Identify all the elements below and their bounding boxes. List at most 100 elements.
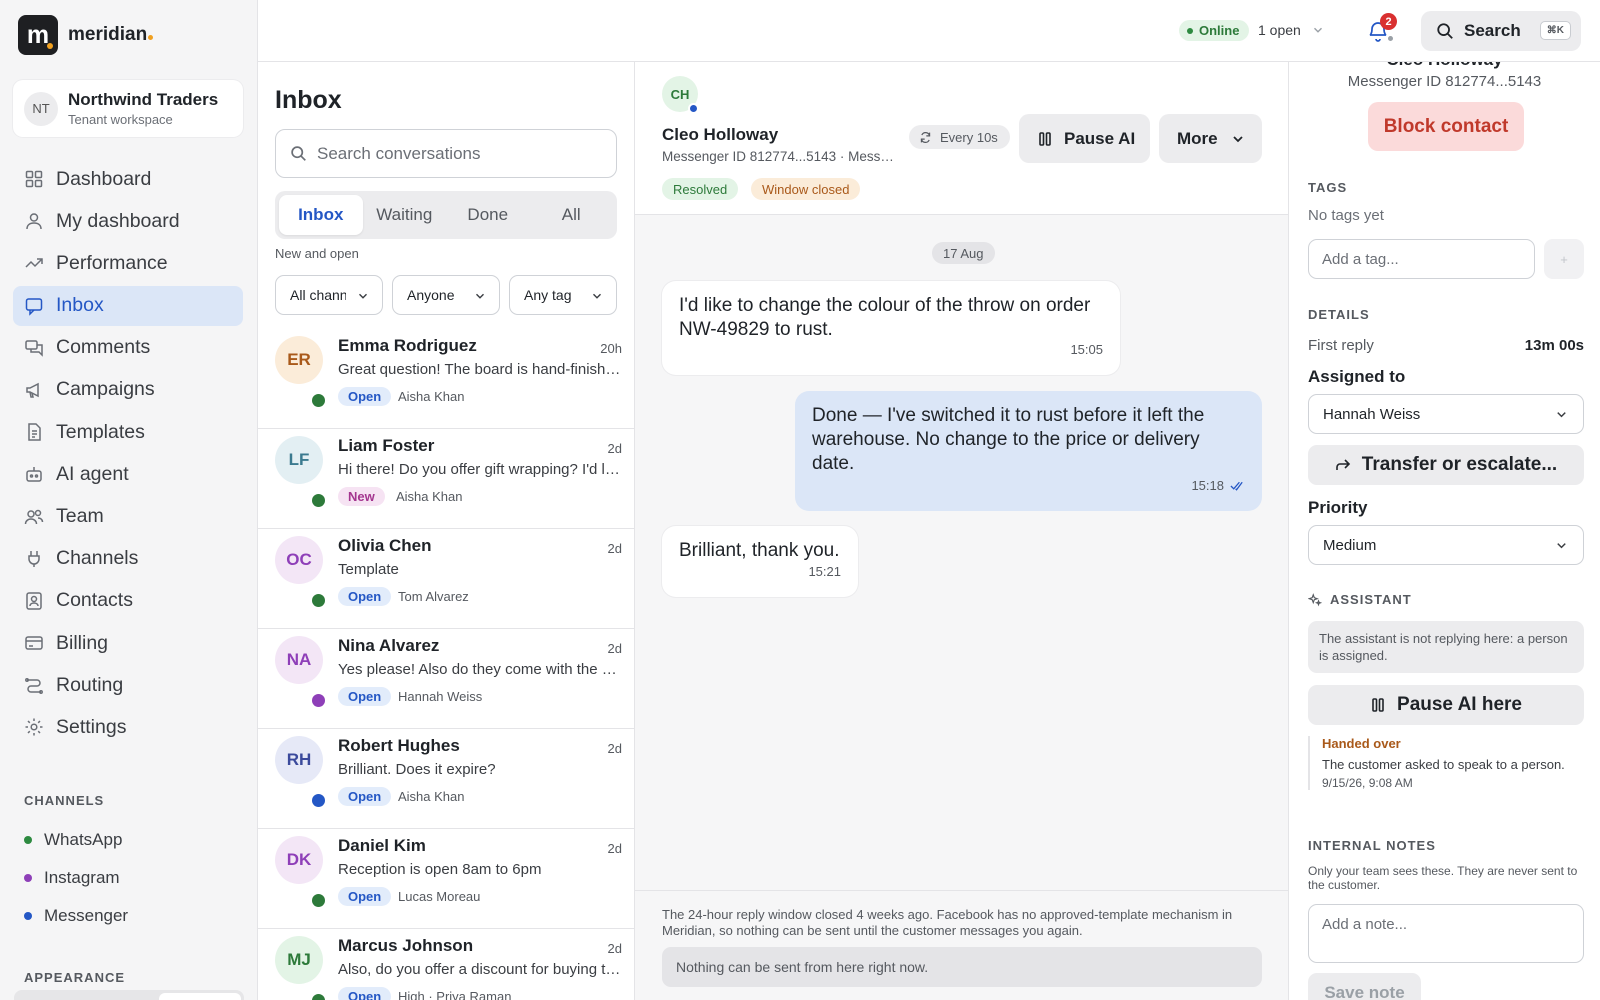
document-icon: [28, 423, 41, 441]
composer-disabled: Nothing can be sent from here right now.: [662, 947, 1262, 987]
contact-name: Cleo Holloway: [1289, 62, 1600, 70]
channel-item-whatsapp[interactable]: WhatsApp: [24, 821, 128, 859]
nav-item-settings[interactable]: Settings: [13, 707, 243, 747]
tag-filter[interactable]: Any tag: [509, 275, 617, 315]
nav-item-team[interactable]: Team: [13, 497, 243, 537]
conversation-row[interactable]: LF Liam Foster 2d Hi there! Do you offer gi…: [258, 429, 634, 529]
message-incoming: Brilliant, thank you. 15:21: [662, 526, 858, 597]
channels-heading: CHANNELS: [24, 793, 105, 808]
tenant-switcher[interactable]: NT Northwind Traders Tenant workspace: [13, 80, 243, 137]
transfer-button[interactable]: Transfer or escalate...: [1308, 445, 1584, 485]
trend-icon: [25, 258, 43, 268]
status-badge: Open: [338, 787, 392, 806]
open-count-dropdown[interactable]: 1 open: [1258, 22, 1325, 38]
assistant-note: The assistant is not replying here: a pe…: [1308, 621, 1584, 673]
conversation-row[interactable]: DK Daniel Kim 2d Reception is open 8am to 6…: [258, 829, 634, 929]
channel-label: WhatsApp: [44, 830, 123, 849]
nav-item-billing[interactable]: Billing: [13, 623, 243, 663]
avatar[interactable]: CH: [662, 76, 699, 114]
tab-inbox[interactable]: Inbox: [279, 195, 363, 235]
team-icon: [24, 509, 44, 524]
channel-filter[interactable]: All channels: [275, 275, 383, 315]
channel-status-dot: [312, 494, 325, 507]
appearance-toggle[interactable]: [14, 990, 244, 1000]
notes-description: Only your team sees these. They are neve…: [1308, 864, 1578, 892]
conversation-row[interactable]: OC Olivia Chen 2d Template Open Tom Alvarez: [258, 529, 634, 629]
appearance-toggle-knob: [159, 993, 241, 1000]
assigned-label: Assigned to: [1308, 367, 1406, 386]
pause-ai-button[interactable]: Pause AI: [1019, 114, 1150, 163]
card-icon: [25, 636, 43, 650]
nav-item-templates[interactable]: Templates: [13, 412, 243, 452]
tab-waiting[interactable]: Waiting: [363, 195, 447, 235]
notes-heading: INTERNAL NOTES: [1308, 838, 1436, 853]
nav-item-dashboard[interactable]: Dashboard: [13, 159, 243, 199]
nav-item-routing[interactable]: Routing: [13, 665, 243, 705]
channel-item-instagram[interactable]: Instagram: [24, 859, 128, 897]
tab-caption: New and open: [275, 246, 359, 261]
nav-item-inbox[interactable]: Inbox: [13, 285, 243, 326]
filter-label: Any tag: [524, 287, 572, 303]
filter-label: Anyone: [407, 287, 455, 303]
refresh-interval[interactable]: Every 10s: [909, 125, 1010, 149]
nav-item-channels[interactable]: Channels: [13, 539, 243, 579]
nav-item-comments[interactable]: Comments: [13, 328, 243, 368]
grid-icon: [25, 170, 43, 188]
nav-item-performance[interactable]: Performance: [13, 243, 243, 283]
channel-dot: [24, 874, 32, 882]
add-tag-button[interactable]: +: [1544, 239, 1584, 279]
assignee-filter[interactable]: Anyone: [392, 275, 500, 315]
assignee-name: High · Priya Raman: [398, 989, 512, 1000]
tag-input[interactable]: Add a tag...: [1308, 239, 1535, 279]
priority-select[interactable]: Medium: [1308, 525, 1584, 565]
brand-dot: [148, 35, 154, 40]
channel-dot: [24, 912, 32, 920]
save-note-button[interactable]: Save note: [1308, 973, 1421, 1000]
conversation-row[interactable]: RH Robert Hughes 2d Brilliant. Does it expi…: [258, 729, 634, 829]
note-input[interactable]: Add a note...: [1308, 904, 1584, 963]
nav-item-campaigns[interactable]: Campaigns: [13, 370, 243, 410]
search-input[interactable]: [317, 143, 607, 164]
pause-ai-here-button[interactable]: Pause AI here: [1308, 685, 1584, 725]
status-badge[interactable]: Online: [1179, 20, 1250, 41]
status-badge: Open: [338, 587, 392, 606]
conversation-row[interactable]: MJ Marcus Johnson 2d Also, do you offer a d…: [258, 929, 634, 1000]
conversation-row[interactable]: ER Emma Rodriguez 20h Great question! The b…: [258, 329, 634, 429]
status-badge: New: [338, 487, 385, 506]
block-contact-button[interactable]: Block contact: [1368, 102, 1524, 151]
chevron-down-icon: [359, 293, 367, 299]
channel-status-dot: [312, 694, 325, 707]
more-label: More: [1177, 128, 1218, 148]
tab-all[interactable]: All: [530, 195, 614, 235]
chat-panel: CH Cleo Holloway Messenger ID 812774...5…: [635, 62, 1289, 1000]
nav-label-channels: Channels: [56, 547, 139, 570]
brand-logo-dot: [47, 43, 53, 49]
assistant-heading: ASSISTANT: [1308, 592, 1412, 607]
appearance-heading: APPEARANCE: [24, 970, 126, 985]
channel-item-messenger[interactable]: Messenger: [24, 897, 128, 935]
assignee-name: Hannah Weiss: [398, 689, 483, 704]
nav-item-my-dashboard[interactable]: My dashboard: [13, 201, 243, 241]
chevron-down-icon: [476, 293, 484, 299]
global-search-button[interactable]: Search ⌘K: [1421, 11, 1581, 51]
nav-label-settings: Settings: [56, 715, 127, 738]
nav-item-ai-agent[interactable]: AI agent: [13, 454, 243, 494]
message-time-text: 15:21: [808, 564, 841, 579]
chevron-down-icon: [593, 293, 601, 299]
assignee-select[interactable]: Hannah Weiss: [1308, 394, 1584, 434]
handover-text: The customer asked to speak to a person.: [1322, 757, 1565, 772]
more-button[interactable]: More: [1159, 114, 1262, 163]
contact-name: Cleo Holloway: [662, 125, 779, 144]
tab-done[interactable]: Done: [446, 195, 530, 235]
composer-area: The 24-hour reply window closed 4 weeks …: [635, 890, 1288, 1000]
conversation-row[interactable]: NA Nina Alvarez 2d Yes please! Also do they…: [258, 629, 634, 729]
message-time: 15:21: [808, 560, 841, 584]
message-outgoing: Done — I've switched it to rust before i…: [795, 391, 1262, 511]
contact-name: Nina Alvarez: [338, 636, 440, 655]
contact-channel-id: Messenger ID 812774...5143 · Messenger: [662, 149, 897, 164]
brand[interactable]: m meridian: [18, 15, 154, 55]
contact-icon: [26, 592, 42, 610]
conversation-time: 20h: [600, 341, 622, 356]
chevron-down-icon: [1232, 135, 1243, 142]
nav-item-contacts[interactable]: Contacts: [13, 581, 243, 621]
